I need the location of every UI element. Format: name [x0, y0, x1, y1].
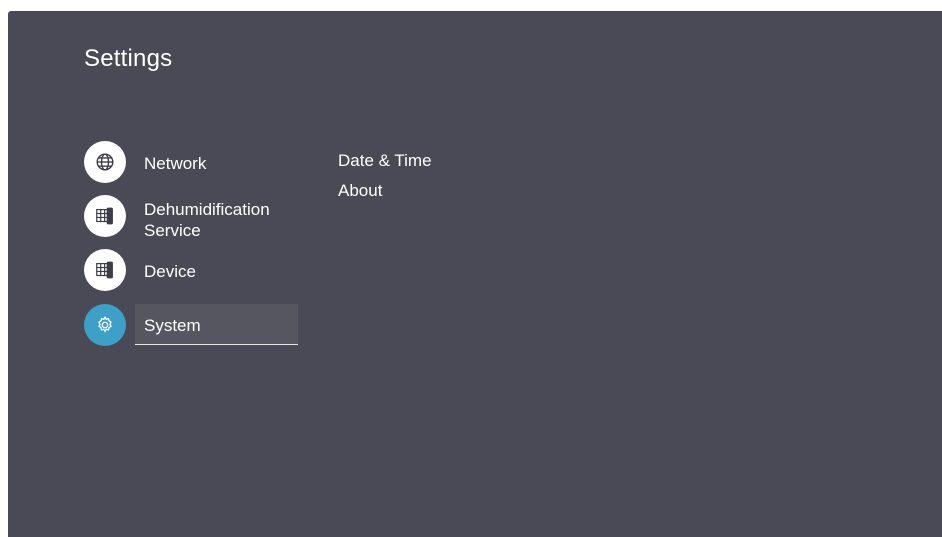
menu-item-label-line2: Service [144, 221, 201, 240]
menu-item-label: Network [144, 154, 207, 173]
settings-panel: Settings Network Dehumidification Servic… [8, 11, 942, 537]
menu-item-label: System [144, 316, 201, 335]
menu-item-label: Device [144, 262, 196, 281]
gear-icon [84, 304, 126, 346]
page-title: Settings [84, 45, 173, 72]
globe-icon [84, 141, 126, 183]
menu-item-label-line1: Dehumidification [144, 200, 270, 219]
submenu-item-about[interactable]: About [338, 180, 382, 201]
submenu-item-date-time[interactable]: Date & Time [338, 150, 432, 171]
display-device-icon [84, 249, 126, 291]
display-device-icon [84, 195, 126, 237]
